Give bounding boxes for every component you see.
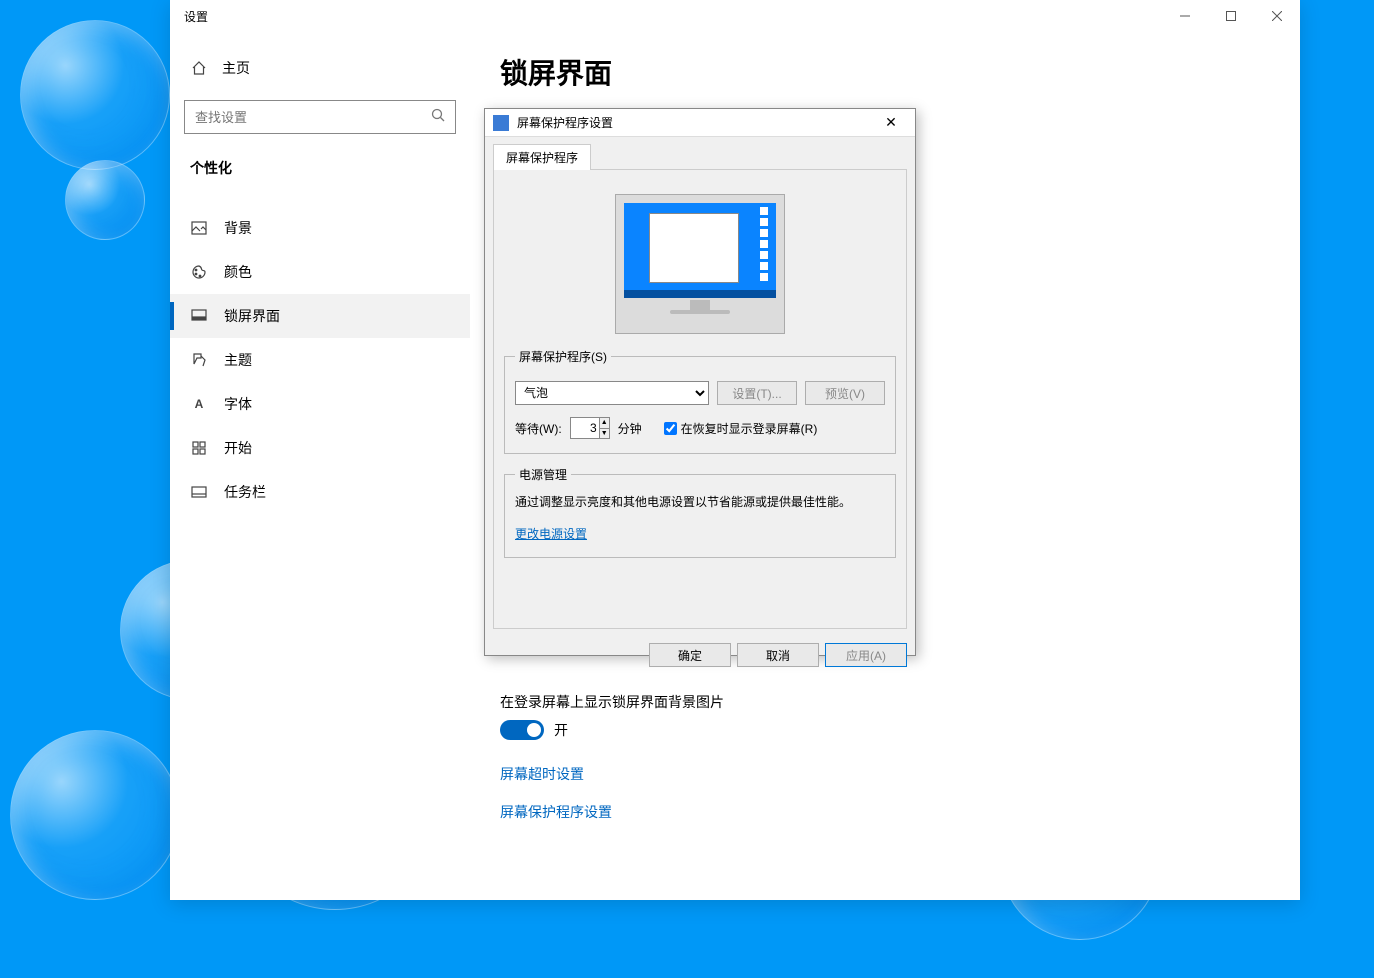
taskbar-icon (190, 483, 208, 501)
settings-button[interactable]: 设置(T)... (717, 381, 797, 405)
ok-button[interactable]: 确定 (649, 643, 731, 667)
minimize-button[interactable] (1162, 0, 1208, 32)
sidebar-section: 个性化 (170, 152, 470, 186)
bubble-decor (20, 20, 170, 170)
resume-checkbox[interactable] (664, 422, 677, 435)
tab-screensaver[interactable]: 屏幕保护程序 (493, 144, 591, 170)
window-title: 设置 (184, 8, 208, 25)
spinner-down-icon[interactable]: ▼ (600, 429, 609, 439)
home-icon (190, 59, 208, 77)
dialog-title: 屏幕保护程序设置 (517, 114, 613, 131)
search-input[interactable] (195, 110, 431, 125)
bubble-decor (65, 160, 145, 240)
screensaver-dialog: 屏幕保护程序设置 ✕ 屏幕保护程序 屏幕保护程序(S) 气泡 设置(T)... … (484, 108, 916, 656)
toggle-state-label: 开 (554, 720, 568, 740)
sidebar-item-label: 字体 (224, 394, 252, 414)
screensaver-group: 屏幕保护程序(S) 气泡 设置(T)... 预览(V) 等待(W): ▲▼ 分钟… (504, 348, 896, 454)
power-group: 电源管理 通过调整显示亮度和其他电源设置以节省能源或提供最佳性能。 更改电源设置 (504, 466, 896, 558)
search-icon (431, 108, 445, 127)
power-group-label: 电源管理 (515, 466, 571, 483)
sidebar-item-label: 锁屏界面 (224, 306, 280, 326)
sidebar-item-background[interactable]: 背景 (170, 206, 470, 250)
sidebar-item-label: 背景 (224, 218, 252, 238)
sidebar-item-fonts[interactable]: A 字体 (170, 382, 470, 426)
power-description: 通过调整显示亮度和其他电源设置以节省能源或提供最佳性能。 (515, 493, 885, 511)
font-icon: A (190, 395, 208, 413)
lockscreen-icon (190, 307, 208, 325)
link-screensaver[interactable]: 屏幕保护程序设置 (500, 802, 1270, 822)
search-box[interactable] (184, 100, 456, 134)
screensaver-dropdown[interactable]: 气泡 (515, 381, 709, 405)
page-title: 锁屏界面 (500, 52, 1270, 92)
tab-panel: 屏幕保护程序(S) 气泡 设置(T)... 预览(V) 等待(W): ▲▼ 分钟… (493, 169, 907, 629)
sidebar-home[interactable]: 主页 (170, 50, 470, 86)
power-link[interactable]: 更改电源设置 (515, 527, 587, 541)
dialog-close-button[interactable]: ✕ (875, 114, 907, 131)
monitor-preview (615, 194, 785, 334)
wait-unit: 分钟 (618, 420, 642, 437)
sidebar-item-lockscreen[interactable]: 锁屏界面 (170, 294, 470, 338)
link-timeout[interactable]: 屏幕超时设置 (500, 764, 1270, 784)
spinner-up-icon[interactable]: ▲ (600, 418, 609, 429)
resume-checkbox-row[interactable]: 在恢复时显示登录屏幕(R) (664, 420, 818, 437)
screensaver-group-label: 屏幕保护程序(S) (515, 348, 611, 365)
sidebar-item-label: 开始 (224, 438, 252, 458)
theme-icon (190, 351, 208, 369)
preview-button[interactable]: 预览(V) (805, 381, 885, 405)
sidebar-item-taskbar[interactable]: 任务栏 (170, 470, 470, 514)
cancel-button[interactable]: 取消 (737, 643, 819, 667)
sidebar-item-label: 任务栏 (224, 482, 266, 502)
lockbg-label: 在登录屏幕上显示锁屏界面背景图片 (500, 692, 1270, 712)
sidebar-item-label: 主题 (224, 350, 252, 370)
lockbg-toggle[interactable] (500, 720, 544, 740)
dialog-titlebar: 屏幕保护程序设置 ✕ (485, 109, 915, 137)
picture-icon (190, 219, 208, 237)
dialog-icon (493, 115, 509, 131)
close-button[interactable] (1254, 0, 1300, 32)
resume-checkbox-label: 在恢复时显示登录屏幕(R) (681, 420, 818, 437)
sidebar-item-themes[interactable]: 主题 (170, 338, 470, 382)
wait-spinner[interactable]: ▲▼ (570, 417, 610, 439)
titlebar: 设置 (170, 0, 1300, 32)
sidebar-item-start[interactable]: 开始 (170, 426, 470, 470)
wait-input[interactable] (571, 418, 599, 438)
wait-label: 等待(W): (515, 420, 562, 437)
home-label: 主页 (222, 58, 250, 78)
sidebar-item-label: 颜色 (224, 262, 252, 282)
sidebar: 主页 个性化 背景 颜色 锁屏界面 (170, 32, 470, 900)
apply-button[interactable]: 应用(A) (825, 643, 907, 667)
maximize-button[interactable] (1208, 0, 1254, 32)
bubble-decor (10, 730, 180, 900)
start-icon (190, 439, 208, 457)
sidebar-item-colors[interactable]: 颜色 (170, 250, 470, 294)
palette-icon (190, 263, 208, 281)
